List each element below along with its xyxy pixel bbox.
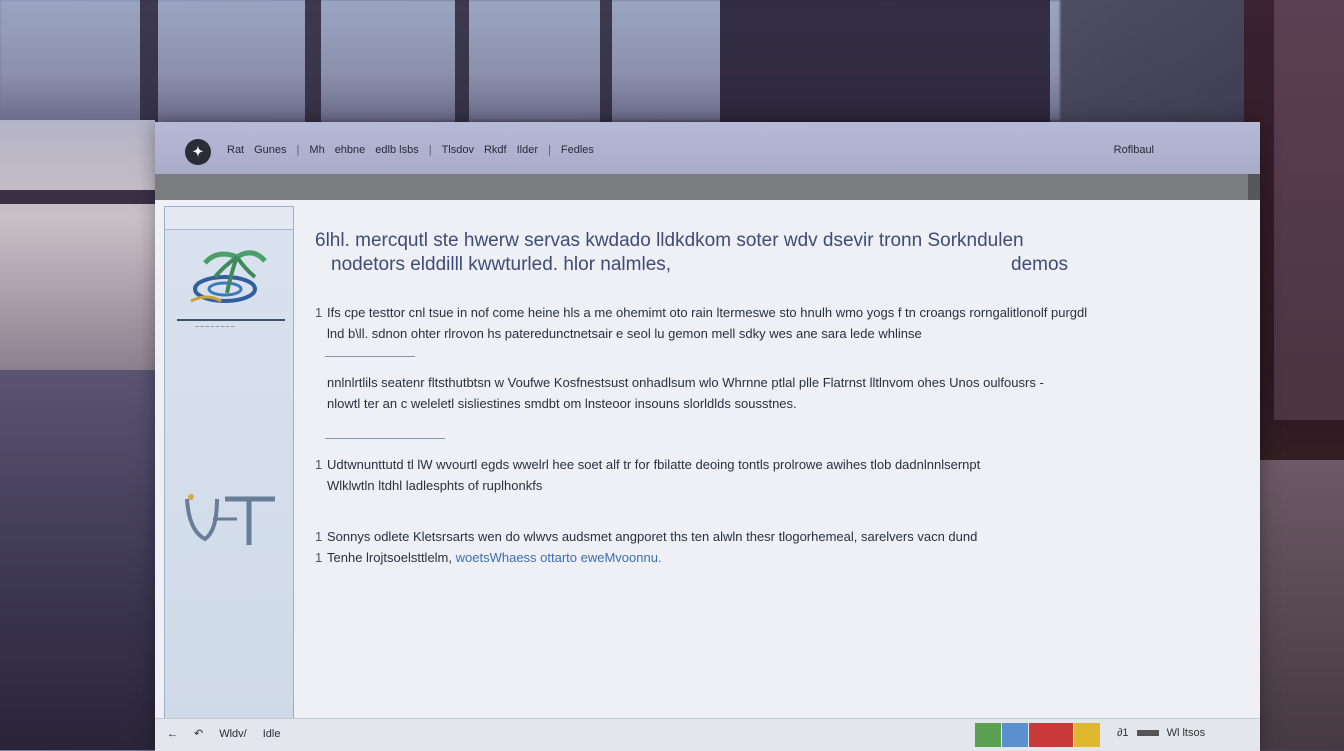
background-cityscape bbox=[0, 120, 155, 370]
paragraph-line: Udtwnunttutd tl lW wvourtl egds wwelrl h… bbox=[327, 457, 981, 472]
background-desk bbox=[1254, 460, 1344, 750]
status-right: ∂1 Wl ltsos bbox=[1117, 727, 1213, 739]
tray-icons bbox=[975, 723, 1101, 747]
nav-separator: | bbox=[548, 144, 551, 156]
nav-item[interactable]: Tlsdov bbox=[442, 144, 474, 156]
divider bbox=[325, 356, 415, 357]
app-window: ✦ Rat Gunes | Mh ehbne edlb lsbs | Tlsdo… bbox=[155, 122, 1260, 751]
divider bbox=[325, 438, 445, 439]
background-desk bbox=[0, 370, 155, 750]
page-subtitle: nodetors elddilll kwwturled. hlor nalmle… bbox=[331, 254, 672, 275]
nav-item[interactable]: Ilder bbox=[517, 144, 538, 156]
palm-tree-logo-icon bbox=[190, 250, 267, 303]
paragraph-line: Sonnys odlete Kletsrsarts wen do wlwvs a… bbox=[327, 529, 978, 544]
inline-link[interactable]: woetsWhaess ottarto eweMvoonnu. bbox=[456, 550, 662, 565]
nav-item[interactable]: edlb lsbs bbox=[375, 144, 418, 156]
red-app-icon[interactable] bbox=[1029, 723, 1073, 747]
background-window-frame bbox=[0, 190, 155, 204]
nav-item[interactable]: Mh bbox=[309, 144, 324, 156]
paragraph-line: lnd b\ll. sdnon ohter rlrovon hs patered… bbox=[327, 326, 922, 341]
paragraph-line: nlowtl ter an c weleletl sisliestines sm… bbox=[327, 396, 797, 411]
logo-caption: ~~~~~~~~ bbox=[195, 324, 236, 331]
status-state-label: Idle bbox=[262, 727, 281, 740]
sidebar: ~~~~~~~~ bbox=[164, 206, 294, 720]
nav-menu: Rat Gunes | Mh ehbne edlb lsbs | Tlsdov … bbox=[227, 144, 604, 156]
nav-item[interactable]: ehbne bbox=[335, 144, 366, 156]
yellow-app-icon[interactable] bbox=[1074, 723, 1100, 747]
status-left: ← ↶ Wldv/ Idle bbox=[167, 727, 296, 741]
paragraph-line: nnlnlrtlils seatenr fltsthutbtsn w Voufw… bbox=[327, 375, 1044, 390]
nav-separator: | bbox=[428, 144, 432, 156]
profile-link[interactable]: Roflbaul bbox=[1114, 144, 1154, 156]
paragraph: 1 Sonnys odlete Kletsrsarts wen do wlwvs … bbox=[315, 529, 978, 565]
paragraph-line: Wlklwtln ltdhl ladlesphts of ruplhonkfs bbox=[327, 478, 543, 493]
paragraph: 1 Ifs cpe testtor cnl tsue in nof come he… bbox=[315, 305, 1088, 341]
top-navigation-bar: ✦ Rat Gunes | Mh ehbne edlb lsbs | Tlsdo… bbox=[155, 122, 1260, 174]
toolbar-strip bbox=[155, 174, 1260, 200]
paragraph-line: Ifs cpe testtor cnl tsue in nof come hei… bbox=[327, 305, 1088, 320]
blue-app-icon[interactable] bbox=[1002, 723, 1028, 747]
paragraph: 1 Udtwnunttutd tl lW wvourtl egds wwelrl … bbox=[315, 457, 981, 493]
page-title: 6lhl. mercqutl ste hwerw servas kwdado l… bbox=[315, 230, 1024, 251]
nav-separator: | bbox=[296, 144, 300, 156]
page-subtitle-right: demos bbox=[1011, 254, 1069, 275]
status-view-label[interactable]: Wldv/ bbox=[219, 728, 247, 740]
status-indicator: ∂1 bbox=[1117, 727, 1129, 739]
nav-item[interactable]: Gunes bbox=[254, 144, 286, 156]
scrollbar-corner bbox=[1248, 174, 1260, 200]
sidebar-header bbox=[165, 207, 293, 230]
nav-item[interactable]: Rat bbox=[227, 144, 244, 156]
nav-item[interactable]: Rkdf bbox=[484, 144, 507, 156]
back-arrow-icon[interactable]: ← bbox=[167, 728, 178, 740]
undo-icon[interactable]: ↶ bbox=[194, 727, 203, 740]
logo-underline bbox=[177, 319, 285, 321]
paragraph-line: Tenhe lrojtsoelsttlelm, bbox=[327, 550, 452, 565]
green-app-icon[interactable] bbox=[975, 723, 1001, 747]
status-level-bar bbox=[1136, 730, 1159, 736]
paragraph: nnlnlrtlils seatenr fltsthutbtsn w Voufw… bbox=[315, 372, 1205, 414]
status-bar: ← ↶ Wldv/ Idle ∂1 Wl ltsos bbox=[155, 718, 1260, 751]
background-window bbox=[1274, 0, 1344, 420]
status-text: Wl ltsos bbox=[1166, 727, 1206, 739]
app-logo-icon[interactable]: ✦ bbox=[185, 139, 211, 165]
ut-emblem-icon bbox=[185, 494, 275, 545]
nav-item[interactable]: Fedles bbox=[561, 144, 594, 156]
